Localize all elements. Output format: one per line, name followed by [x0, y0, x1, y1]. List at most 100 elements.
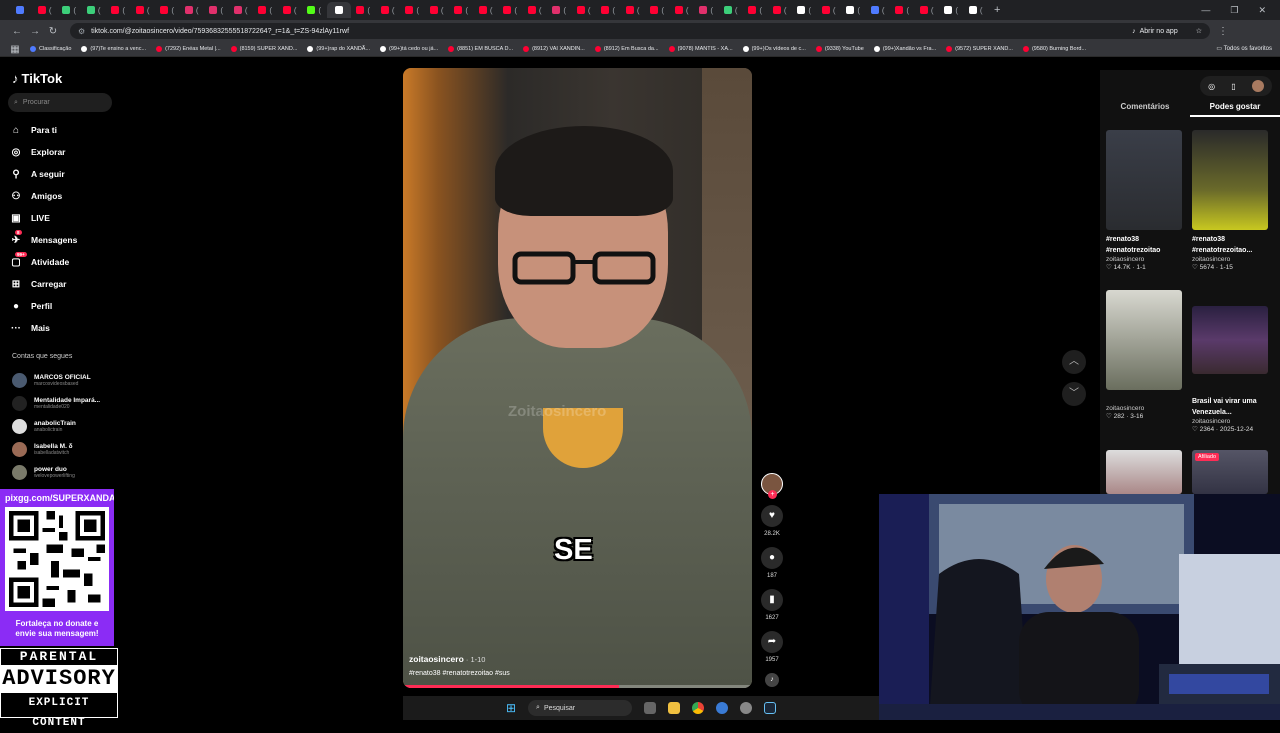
device-icon[interactable]: ▯: [1231, 82, 1235, 91]
nav-item-upload[interactable]: ⊞ Carregar: [10, 273, 77, 295]
creator-avatar[interactable]: +: [761, 473, 783, 499]
bookmark-item[interactable]: (7292) Enéas Metal |...: [156, 46, 221, 52]
browser-tab[interactable]: (: [253, 2, 278, 18]
minimize-icon[interactable]: —: [1201, 5, 1210, 15]
browser-tab[interactable]: (: [57, 2, 82, 18]
browser-tab[interactable]: (: [351, 2, 376, 18]
bookmark-item[interactable]: (99+)Os vídeos de c...: [742, 46, 806, 52]
close-icon[interactable]: ✕: [1258, 5, 1266, 16]
compass-icon[interactable]: ◎: [1208, 82, 1215, 91]
browser-tab[interactable]: (: [449, 2, 474, 18]
browser-tab[interactable]: (: [645, 2, 670, 18]
browser-tab[interactable]: (: [964, 2, 989, 18]
suggested-card[interactable]: #renato38 #renatotrezoitao zoitaosincero …: [1106, 130, 1182, 271]
following-item[interactable]: anabolicTrain anabolictrain: [12, 415, 100, 438]
browser-tab[interactable]: (: [474, 2, 499, 18]
suggested-card[interactable]: [1106, 450, 1182, 494]
bookmark-item[interactable]: (8912) Em Busca da...: [594, 46, 659, 52]
following-item[interactable]: Isabella M. δ isabelladatwitch: [12, 438, 100, 461]
comment-button[interactable]: ● 187: [760, 547, 784, 579]
browser-tab[interactable]: (: [694, 2, 719, 18]
suggested-card[interactable]: Brasil vai virar uma Venezuela... zoitaos…: [1192, 306, 1268, 433]
bookmark-item[interactable]: (99+)rap do XANDÃ...: [307, 46, 370, 52]
tab-comments[interactable]: Comentários: [1100, 102, 1190, 117]
browser-tab[interactable]: (: [792, 2, 817, 18]
suggested-card[interactable]: Afiliado: [1192, 450, 1268, 494]
browser-tab[interactable]: (: [498, 2, 523, 18]
bookmark-item[interactable]: (97)Te ensino a venc...: [81, 46, 146, 52]
browser-tab[interactable]: (: [670, 2, 695, 18]
bookmark-item[interactable]: (9580) Burning Bord...: [1022, 46, 1086, 52]
nav-item-following[interactable]: ⚲ A seguir: [10, 163, 77, 185]
like-button[interactable]: ♥ 28.2K: [760, 505, 784, 537]
forward-icon[interactable]: →: [26, 26, 44, 37]
tab-suggested[interactable]: Podes gostar: [1190, 102, 1280, 117]
bookmark-item[interactable]: Classificação: [30, 46, 71, 52]
windows-start-icon[interactable]: ⊞: [506, 701, 516, 715]
star-icon[interactable]: ☆: [1196, 27, 1202, 35]
browser-tab[interactable]: (: [743, 2, 768, 18]
open-in-app-button[interactable]: ♪ Abrir no app ☆: [1132, 27, 1202, 36]
back-icon[interactable]: ←: [8, 26, 26, 37]
url-field[interactable]: ⚙ tiktok.com/@zoitaosincero/video/759368…: [70, 23, 1210, 39]
chrome-icon[interactable]: [692, 702, 705, 714]
browser-tab[interactable]: (: [278, 2, 303, 18]
browser-tab[interactable]: (: [180, 2, 205, 18]
share-button[interactable]: ➦ 1957: [760, 631, 784, 663]
browser-tab[interactable]: (: [155, 2, 180, 18]
browser-tab[interactable]: (: [376, 2, 401, 18]
nav-item-explore[interactable]: ◎ Explorar: [10, 141, 77, 163]
follow-plus-icon[interactable]: +: [768, 490, 777, 499]
browser-tab[interactable]: (: [523, 2, 548, 18]
bookmark-item[interactable]: (8912) VAI XANDIN...: [523, 46, 585, 52]
task-view-icon[interactable]: [644, 702, 657, 714]
nav-item-live[interactable]: ▣ LIVE: [10, 207, 77, 229]
nav-item-profile[interactable]: ● Perfil: [10, 295, 77, 317]
browser-tab[interactable]: (: [33, 2, 58, 18]
browser-tab[interactable]: (: [817, 2, 842, 18]
bookmark-item[interactable]: (99+)Xandão vs Fra...: [873, 46, 936, 52]
app-icon[interactable]: [740, 702, 753, 714]
browser-tab[interactable]: (: [302, 2, 327, 18]
following-item[interactable]: power duo welovepowerlifting: [12, 461, 100, 484]
search-input[interactable]: ⌕ Procurar: [8, 93, 112, 112]
bookmark-item[interactable]: (8159) SUPER XAND...: [230, 46, 297, 52]
reload-icon[interactable]: ↻: [44, 26, 62, 37]
nav-item-friends[interactable]: ⚇ Amigos: [10, 185, 77, 207]
previous-video-button[interactable]: ︿: [1062, 350, 1086, 374]
file-explorer-icon[interactable]: [668, 702, 681, 714]
save-button[interactable]: ▮ 1627: [760, 589, 784, 621]
browser-tab[interactable]: [8, 2, 33, 18]
maximize-icon[interactable]: ❐: [1230, 5, 1238, 16]
bookmark-item[interactable]: (99+)tá cedo ou já...: [380, 46, 438, 52]
apps-icon[interactable]: ▦: [10, 44, 20, 55]
browser-tab[interactable]: (: [719, 2, 744, 18]
browser-tab[interactable]: (: [82, 2, 107, 18]
bookmark-item[interactable]: (8851) EM BUSCA D...: [448, 46, 513, 52]
browser-tab[interactable]: (: [229, 2, 254, 18]
site-info-icon[interactable]: ⚙: [78, 27, 85, 36]
nav-item-more[interactable]: ··· Mais: [10, 317, 77, 339]
nav-item-messages[interactable]: ✈ 8 Mensagens: [10, 229, 77, 251]
user-avatar[interactable]: [1251, 80, 1264, 92]
browser-tab[interactable]: (: [400, 2, 425, 18]
browser-tab[interactable]: (: [131, 2, 156, 18]
browser-tab[interactable]: (: [596, 2, 621, 18]
browser-tab[interactable]: (: [572, 2, 597, 18]
suggested-card[interactable]: #renato38 #renatotrezoitao... zoitaosince…: [1192, 130, 1268, 271]
following-item[interactable]: Mentalidade Impará... mentalidade020: [12, 392, 100, 415]
video-player[interactable]: Zoitaosincero SE zoitaosincero · 1-10 #r…: [403, 68, 752, 688]
browser-tab[interactable]: (: [890, 2, 915, 18]
browser-tab[interactable]: (: [106, 2, 131, 18]
browser-tab[interactable]: (: [939, 2, 964, 18]
settings-icon[interactable]: [716, 702, 729, 714]
bookmark-item[interactable]: (9338) YouTube: [815, 46, 864, 52]
video-progress-bar[interactable]: [403, 685, 752, 688]
all-bookmarks-button[interactable]: ▭ Todos os favoritos: [1216, 45, 1272, 52]
extensions-icon[interactable]: ⋮: [1214, 26, 1232, 37]
video-hashtags[interactable]: #renato38 #renatotrezoitao #sus: [409, 670, 510, 677]
taskbar-search-input[interactable]: ⌕ Pesquisar: [528, 700, 633, 716]
browser-tab[interactable]: (: [841, 2, 866, 18]
browser-tab[interactable]: (: [204, 2, 229, 18]
browser-tab-active[interactable]: [326, 2, 351, 18]
